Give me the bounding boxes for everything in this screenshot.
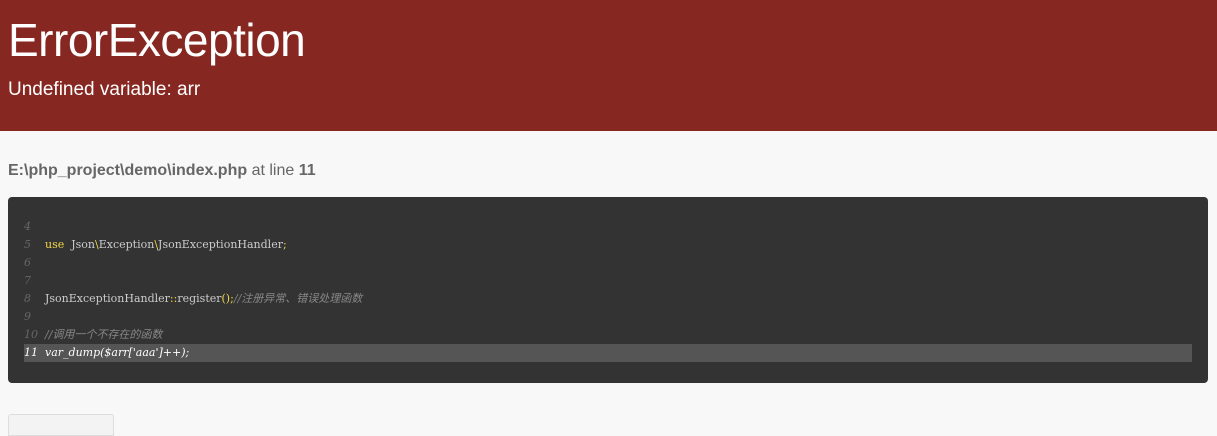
line-number: 8 [24, 292, 31, 305]
code-line-highlighted: 11 var_dump($arr['aaa']++); [24, 344, 1192, 362]
code-line: 4 [24, 218, 1192, 236]
line-number: 9 [24, 310, 31, 323]
line-number: 7 [24, 274, 31, 287]
line-number: 6 [24, 256, 31, 269]
error-location: E:\php_project\demo\index.php at line 11 [8, 161, 316, 181]
code-line: 10 //调用一个不存在的函数 [24, 326, 1192, 344]
at-line-text: at line [251, 162, 295, 179]
code-line: 9 [24, 308, 1192, 326]
code-token: JsonExceptionHandler [45, 292, 170, 305]
code-comment: //调用一个不存在的函数 [45, 328, 163, 341]
code-comment: //注册异常、错误处理函数 [233, 292, 363, 305]
code-token: Exception [98, 238, 155, 251]
code-line: 6 [24, 254, 1192, 272]
code-token: Json [64, 238, 96, 251]
exception-title: ErrorException [8, 14, 306, 66]
line-number: 11 [24, 346, 38, 359]
code-line: 8 JsonExceptionHandler::register();//注册异常… [24, 290, 1192, 308]
trace-tab[interactable] [8, 414, 114, 436]
error-header: ErrorException Undefined variable: arr [0, 0, 1217, 131]
code-line: 5 use Json\Exception\JsonExceptionHandler… [24, 236, 1192, 254]
line-number: 5 [24, 238, 31, 251]
code-keyword: use [45, 238, 65, 251]
line-number: 10 [24, 328, 38, 341]
file-path: E:\php_project\demo\index.php [8, 162, 248, 179]
code-snippet: 4 5 use Json\Exception\JsonExceptionHandle… [8, 197, 1208, 383]
line-number: 4 [24, 220, 31, 233]
code-token: ; [282, 238, 287, 251]
code-token: JsonExceptionHandler [158, 238, 283, 251]
exception-message: Undefined variable: arr [8, 79, 201, 100]
line-number: 11 [298, 162, 316, 179]
code-token: (); [221, 292, 234, 305]
code-token: var_dump($arr['aaa']++); [45, 346, 190, 359]
code-token: register [177, 292, 222, 305]
code-line: 7 [24, 272, 1192, 290]
